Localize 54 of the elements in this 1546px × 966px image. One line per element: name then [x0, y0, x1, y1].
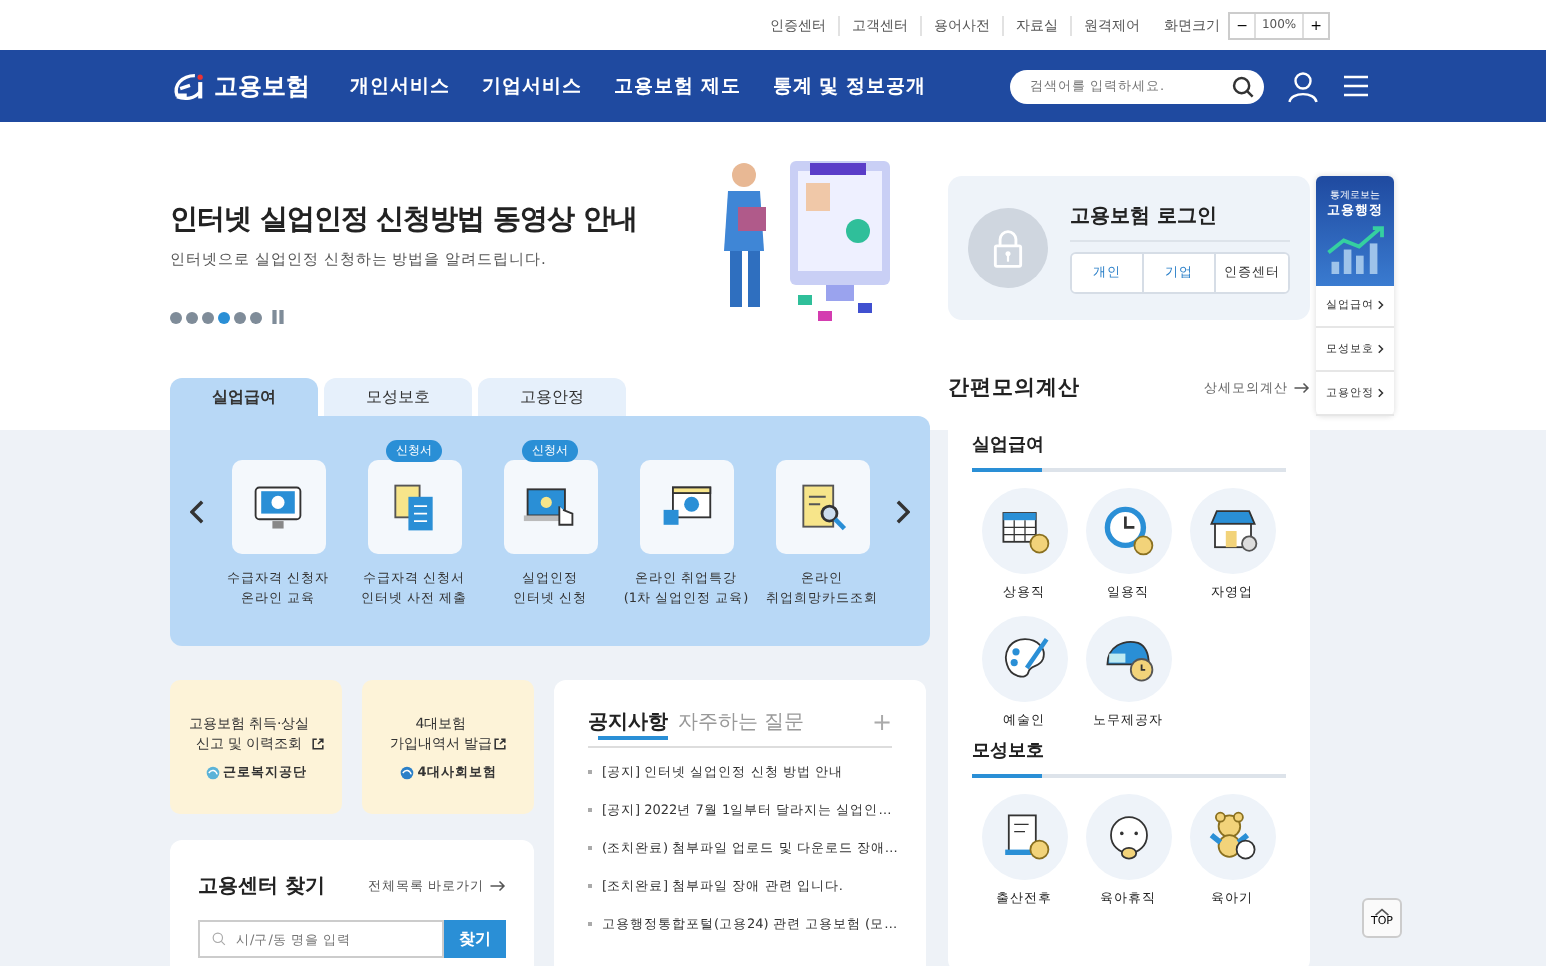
chevron-right-icon	[1378, 344, 1384, 355]
service-tab[interactable]: 고용안정	[478, 378, 626, 416]
user-icon[interactable]	[1287, 69, 1318, 103]
right-arrow-icon	[1294, 382, 1310, 394]
logo-text[interactable]: 고용보험	[214, 69, 310, 103]
slide-dot[interactable]	[186, 311, 198, 324]
slide-dot[interactable]	[170, 311, 182, 324]
slide-dot[interactable]	[202, 311, 214, 324]
nav-menu-item[interactable]: 고용보험 제도	[614, 73, 741, 99]
logo-icon	[172, 71, 208, 101]
calculator-option[interactable]	[1189, 488, 1275, 574]
external-link-icon	[494, 737, 507, 749]
calculator-option[interactable]	[981, 794, 1067, 880]
chevron-right-icon	[1378, 300, 1384, 311]
caret-icon	[1374, 908, 1390, 916]
calculator-section-title: 실업급여	[972, 434, 1046, 458]
external-link-icon	[311, 737, 324, 749]
pause-icon[interactable]	[272, 310, 284, 325]
notice-tab[interactable]: 공지사항	[588, 708, 678, 736]
nav-menu-item[interactable]: 통계 및 정보공개	[772, 73, 926, 99]
calculator-option[interactable]	[981, 488, 1067, 574]
center-search-title: 고용센터 찾기	[198, 874, 325, 900]
service-tile[interactable]	[639, 460, 733, 554]
login-title: 고용보험 로그인	[1070, 202, 1290, 242]
service-tab[interactable]: 실업급여	[170, 378, 318, 416]
nav-menu-item[interactable]: 개인서비스	[350, 73, 450, 99]
organization-logo-icon	[205, 765, 219, 779]
right-arrow-icon	[490, 880, 506, 892]
calculator-option[interactable]	[1085, 794, 1171, 880]
service-tile[interactable]	[231, 460, 325, 554]
calculator-title: 간편모의계산	[948, 374, 1080, 402]
chevron-right-icon	[1378, 388, 1384, 399]
calculator-section-title: 모성보호	[972, 740, 1046, 764]
organization-logo-icon	[399, 765, 414, 779]
slide-dot[interactable]	[250, 311, 262, 324]
search-icon[interactable]	[1231, 75, 1254, 97]
service-tab[interactable]: 모성보호	[324, 378, 472, 416]
calculator-option[interactable]	[1085, 616, 1171, 702]
teddy-bear-icon	[1205, 810, 1259, 864]
lock-icon	[968, 208, 1048, 288]
find-button[interactable]: 찾기	[444, 920, 506, 958]
banner-title: 인터넷 실업인정 신청방법 동영상 안내	[170, 202, 637, 239]
menu-icon[interactable]	[1341, 74, 1370, 98]
search-icon	[212, 932, 226, 946]
nav-menu-item[interactable]: 기업서비스	[482, 73, 582, 99]
service-tile[interactable]	[775, 460, 869, 554]
service-tile[interactable]	[367, 460, 461, 554]
clock-coins-icon	[1101, 504, 1155, 558]
shop-icon	[1205, 504, 1259, 558]
slide-dot[interactable]	[234, 311, 246, 324]
calculator-option[interactable]	[981, 616, 1067, 702]
calculator-option[interactable]	[1189, 794, 1275, 880]
service-tile[interactable]	[503, 460, 597, 554]
slide-dot[interactable]	[218, 311, 230, 324]
